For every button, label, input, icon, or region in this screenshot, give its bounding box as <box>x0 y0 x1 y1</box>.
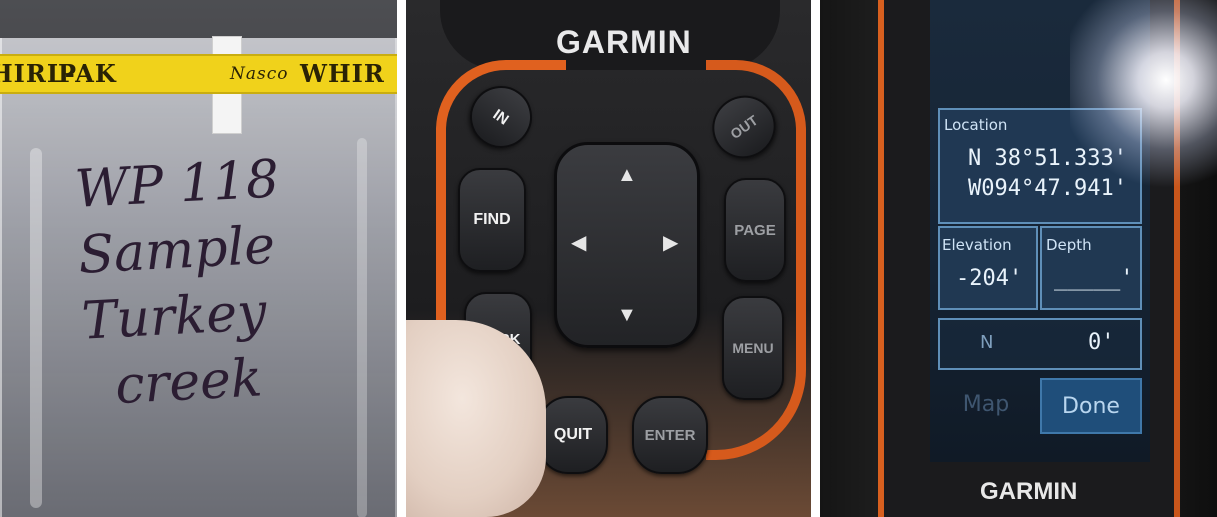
elevation-label: Elevation <box>942 236 1012 254</box>
heading-label: N <box>980 332 994 353</box>
menu-button[interactable]: MENU <box>722 296 784 400</box>
garmin-logo: GARMIN <box>556 24 692 60</box>
find-button[interactable]: FIND <box>458 168 526 272</box>
sample-bag-photo: HIRL- PAK Nasco WHIR WP 118 Sample Turke… <box>0 0 397 517</box>
handwritten-label: WP 118 Sample Turkey creek <box>73 143 346 420</box>
gps-keypad-photo: GARMIN IN OUT FIND PAGE MARK MENU QUIT E… <box>406 0 811 517</box>
depth-value: _____' <box>1054 266 1134 291</box>
arrow-right-icon[interactable]: ▶ <box>663 233 678 253</box>
tape-brand-script: Nasco <box>230 64 289 84</box>
bag-sheen-right <box>357 138 367 517</box>
in-button-label: IN <box>489 105 513 129</box>
page-button-label: PAGE <box>734 221 776 239</box>
elevation-field: Elevation -204' <box>938 226 1038 310</box>
arrow-left-icon[interactable]: ◀ <box>571 233 586 253</box>
elevation-value: -204' <box>956 266 1023 291</box>
enter-button-label: ENTER <box>644 426 696 444</box>
handwriting-line: creek <box>113 348 264 417</box>
depth-label: Depth <box>1046 236 1092 254</box>
menu-button-label: MENU <box>732 340 774 356</box>
directional-pad[interactable]: ▲ ▼ ◀ ▶ <box>554 142 700 348</box>
gps-screen-photo: Location N 38°51.333' W094°47.941' Eleva… <box>820 0 1217 517</box>
garmin-logo: GARMIN <box>980 478 1078 505</box>
tape-text: PAK <box>58 59 117 88</box>
quit-button[interactable]: QUIT <box>538 396 608 474</box>
enter-button[interactable]: ENTER <box>632 396 708 474</box>
bag-sheen-left <box>30 148 42 508</box>
quit-button-label: QUIT <box>553 426 593 443</box>
heading-value: 0' <box>1088 330 1115 355</box>
heading-field: N 0' <box>938 318 1142 370</box>
find-button-label: FIND <box>473 211 511 228</box>
out-button-label: OUT <box>727 111 761 143</box>
location-label: Location <box>944 116 1008 134</box>
bag-closure-tape: HIRL- PAK Nasco WHIR <box>0 54 397 94</box>
light-glare <box>1070 0 1217 200</box>
arrow-down-icon[interactable]: ▼ <box>617 305 637 325</box>
done-button[interactable]: Done <box>1040 378 1142 434</box>
page-button[interactable]: PAGE <box>724 178 786 282</box>
map-button[interactable]: Map <box>938 378 1034 430</box>
tape-text: WHIR <box>300 59 385 88</box>
depth-field: Depth _____' <box>1040 226 1142 310</box>
arrow-up-icon[interactable]: ▲ <box>617 165 637 185</box>
